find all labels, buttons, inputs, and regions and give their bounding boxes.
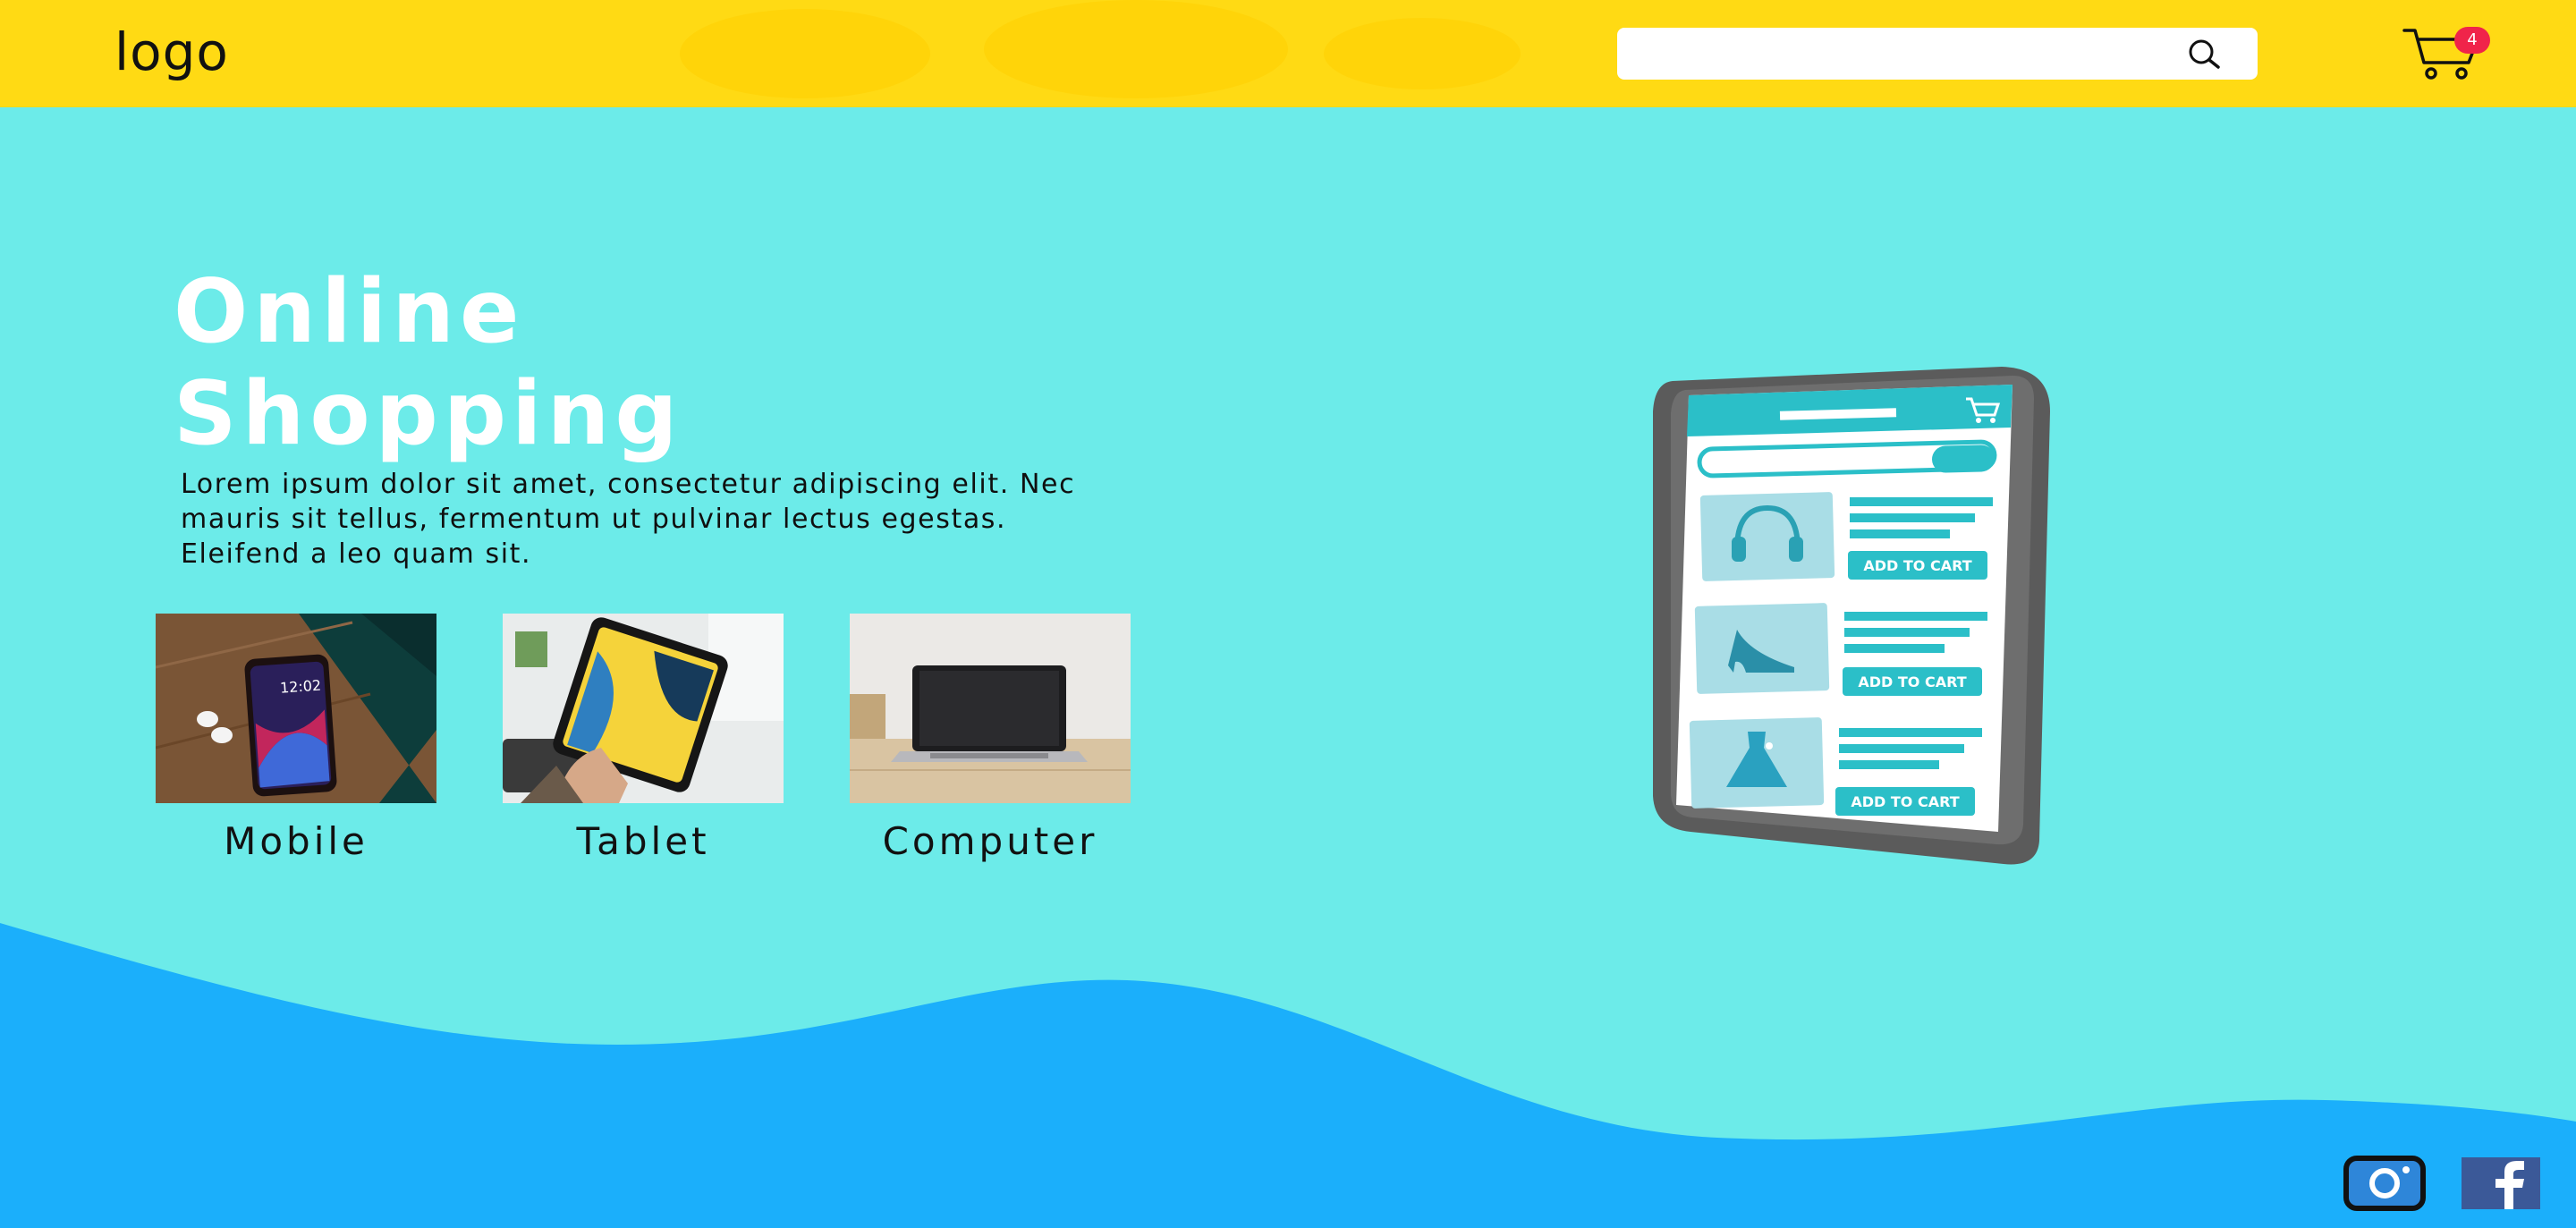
hero-title: Online Shopping <box>174 261 683 465</box>
category-card-tablet[interactable]: Tablet <box>503 614 784 863</box>
hero-title-line: Shopping <box>174 363 683 465</box>
category-card-computer[interactable]: Computer <box>850 614 1131 863</box>
smartphone-photo: 12:02 <box>156 614 436 803</box>
category-card-mobile[interactable]: 12:02 Mobile <box>156 614 436 863</box>
header-texture <box>1324 18 1521 89</box>
svg-text:ADD TO CART: ADD TO CART <box>1858 673 1966 690</box>
svg-text:ADD TO CART: ADD TO CART <box>1851 793 1959 810</box>
svg-text:12:02: 12:02 <box>279 677 321 697</box>
search-input[interactable] <box>1617 28 2258 80</box>
laptop-photo <box>850 614 1131 803</box>
add-to-cart-button: ADD TO CART <box>1848 551 1987 580</box>
category-label: Computer <box>882 819 1098 863</box>
instagram-icon[interactable] <box>2342 1154 2428 1213</box>
add-to-cart-button: ADD TO CART <box>1835 787 1975 816</box>
search-icon[interactable] <box>2184 38 2224 70</box>
category-label: Mobile <box>224 819 369 863</box>
hero-title-line: Online <box>174 261 525 363</box>
add-to-cart-button: ADD TO CART <box>1843 667 1982 696</box>
header-texture <box>680 9 930 98</box>
svg-text:ADD TO CART: ADD TO CART <box>1863 557 1971 574</box>
header-texture <box>984 0 1288 98</box>
category-label: Tablet <box>576 819 710 863</box>
logo[interactable]: logo <box>114 21 229 82</box>
tablet-photo <box>503 614 784 803</box>
hero-description: Lorem ipsum dolor sit amet, consectetur … <box>181 469 1076 570</box>
footer-wave <box>0 923 2576 1228</box>
shopping-phone-illustration: ADD TO CART ADD TO CART ADD TO CART <box>1653 367 2050 865</box>
facebook-icon[interactable] <box>2458 1154 2544 1213</box>
cart-count-badge: 4 <box>2454 27 2490 54</box>
